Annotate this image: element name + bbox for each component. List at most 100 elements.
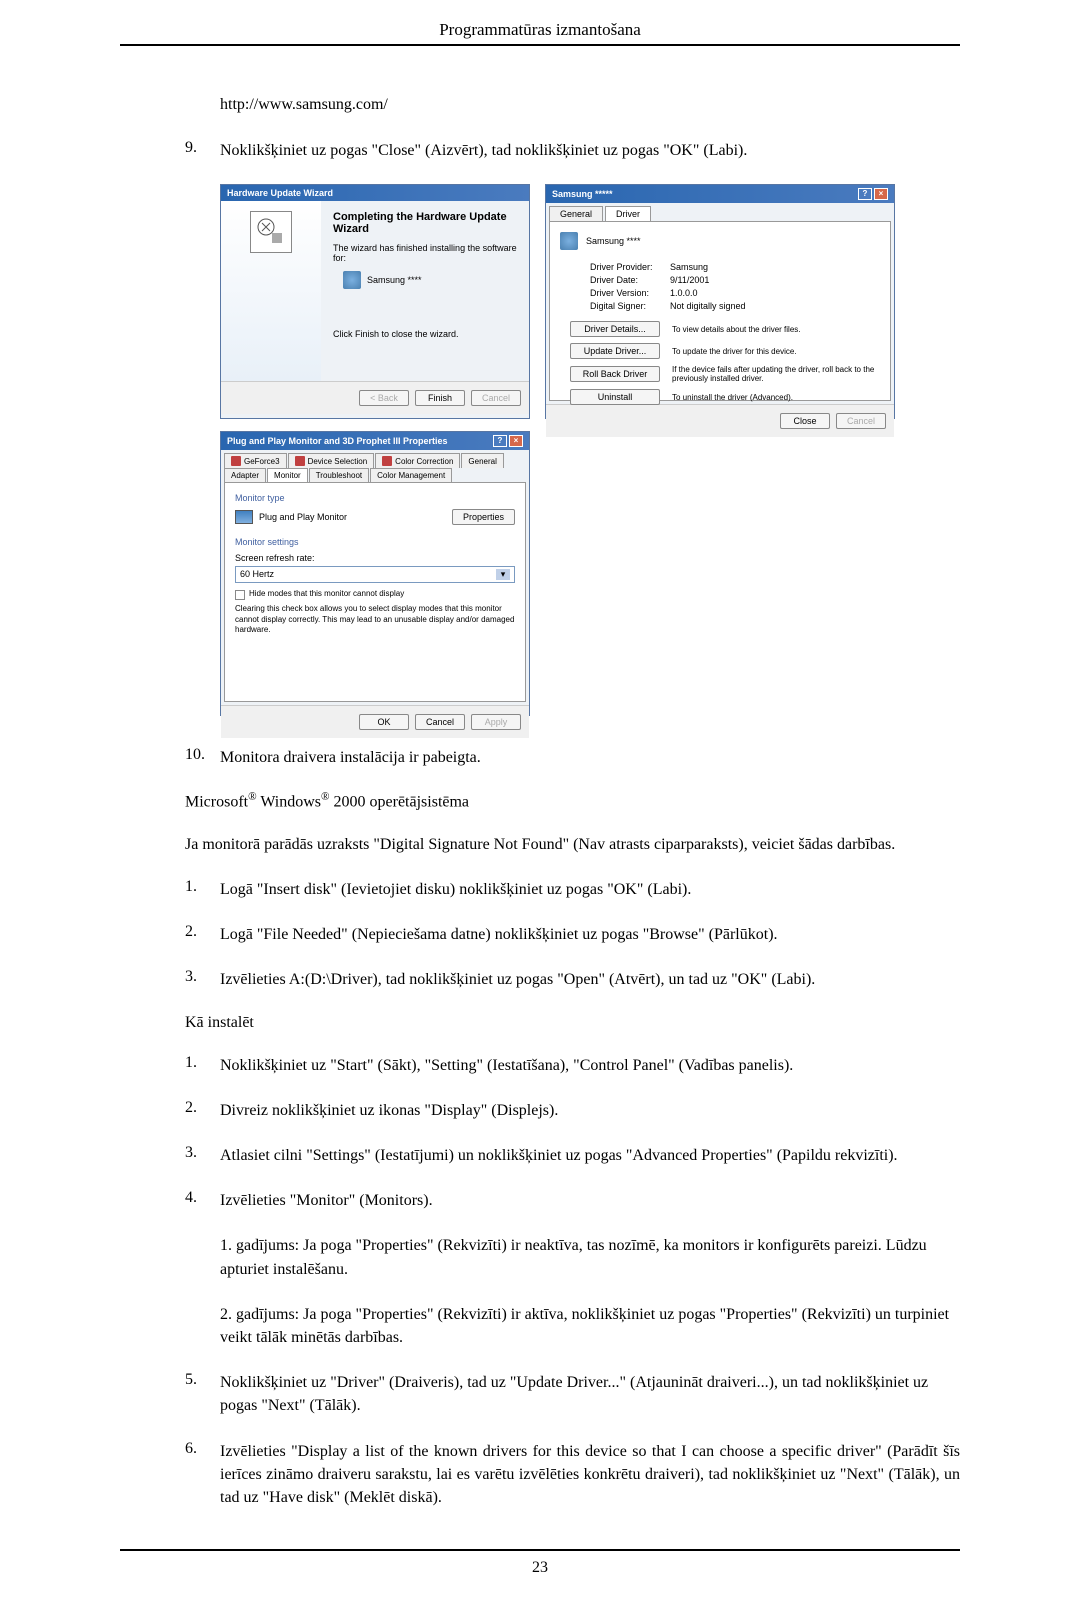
screenshots-area: Hardware Update Wizard Completing the Ha… bbox=[220, 184, 960, 716]
version-label: Driver Version: bbox=[590, 288, 670, 298]
device-name: Samsung **** bbox=[586, 236, 641, 246]
step-text: Noklikšķiniet uz pogas "Close" (Aizvērt)… bbox=[220, 139, 960, 162]
monitor-settings-label: Monitor settings bbox=[235, 537, 515, 547]
step-text: Logā "File Needed" (Nepieciešama datne) … bbox=[220, 923, 960, 946]
color-correction-icon bbox=[382, 456, 392, 466]
wizard-icon bbox=[250, 211, 292, 253]
cancel-button[interactable]: Cancel bbox=[415, 714, 465, 730]
refresh-rate-label: Screen refresh rate: bbox=[235, 553, 515, 563]
rollback-driver-button[interactable]: Roll Back Driver bbox=[570, 366, 660, 382]
step-number: 4. bbox=[185, 1189, 220, 1212]
date-label: Driver Date: bbox=[590, 275, 670, 285]
step-text: Logā "Insert disk" (Ievietojiet disku) n… bbox=[220, 878, 960, 901]
url-text: http://www.samsung.com/ bbox=[220, 96, 960, 114]
step-number: 10. bbox=[185, 746, 220, 769]
dialog-titlebar: Samsung ***** ? × bbox=[546, 185, 894, 203]
device-icon bbox=[560, 232, 578, 250]
install-step-5: 5. Noklikšķiniet uz "Driver" (Draiveris)… bbox=[120, 1371, 960, 1417]
help-button[interactable]: ? bbox=[858, 188, 872, 200]
wizard-finish-text: Click Finish to close the wizard. bbox=[333, 329, 517, 339]
driver-properties-dialog: Samsung ***** ? × General Driver Samsung… bbox=[545, 184, 895, 419]
step-text: Monitora draivera instalācija ir pabeigt… bbox=[220, 746, 960, 769]
wizard-text: The wizard has finished installing the s… bbox=[333, 243, 517, 263]
install-step-2: 2. Divreiz noklikšķiniet uz ikonas "Disp… bbox=[120, 1099, 960, 1122]
monitor-icon bbox=[235, 510, 253, 524]
step-number: 1. bbox=[185, 878, 220, 901]
tab-geforce[interactable]: GeForce3 bbox=[224, 453, 287, 468]
cancel-button[interactable]: Cancel bbox=[471, 390, 521, 406]
tab-troubleshoot[interactable]: Troubleshoot bbox=[309, 468, 369, 482]
monitor-type-label: Monitor type bbox=[235, 493, 515, 503]
hide-modes-help: Clearing this check box allows you to se… bbox=[235, 604, 515, 635]
install-step-6: 6. Izvēlieties "Display a list of the kn… bbox=[120, 1440, 960, 1510]
apply-button[interactable]: Apply bbox=[471, 714, 521, 730]
uninstall-button[interactable]: Uninstall bbox=[570, 389, 660, 405]
tab-general[interactable]: General bbox=[549, 206, 603, 221]
close-icon[interactable]: × bbox=[509, 435, 523, 447]
device-icon bbox=[343, 271, 361, 289]
intro-paragraph: Ja monitorā parādās uzraksts "Digital Si… bbox=[185, 834, 960, 856]
monitor-name: Plug and Play Monitor bbox=[259, 512, 347, 522]
step-10: 10. Monitora draivera instalācija ir pab… bbox=[120, 746, 960, 769]
tab-driver[interactable]: Driver bbox=[605, 206, 651, 221]
refresh-rate-select[interactable]: 60 Hertz ▾ bbox=[235, 566, 515, 583]
date-value: 9/11/2001 bbox=[670, 275, 709, 285]
dialog-title-text: Samsung ***** bbox=[552, 189, 613, 199]
step-number: 5. bbox=[185, 1371, 220, 1417]
tab-color-correction[interactable]: Color Correction bbox=[375, 453, 460, 468]
uninstall-description: To uninstall the driver (Advanced). bbox=[672, 393, 880, 402]
update-description: To update the driver for this device. bbox=[672, 347, 880, 356]
step-text: Izvēlieties A:(D:\Driver), tad noklikšķi… bbox=[220, 968, 960, 991]
dialog-titlebar: Hardware Update Wizard bbox=[221, 185, 529, 201]
rollback-description: If the device fails after updating the d… bbox=[672, 365, 880, 383]
step-number: 1. bbox=[185, 1054, 220, 1077]
case-1-text: 1. gadījums: Ja poga "Properties" (Rekvi… bbox=[220, 1234, 960, 1280]
step-text: Noklikšķiniet uz "Start" (Sākt), "Settin… bbox=[220, 1054, 960, 1077]
dsn-step-1: 1. Logā "Insert disk" (Ievietojiet disku… bbox=[120, 878, 960, 901]
dialog-titlebar: Plug and Play Monitor and 3D Prophet III… bbox=[221, 432, 529, 450]
properties-button[interactable]: Properties bbox=[452, 509, 515, 525]
update-driver-button[interactable]: Update Driver... bbox=[570, 343, 660, 359]
step-text: Izvēlieties "Monitor" (Monitors). bbox=[220, 1189, 960, 1212]
hardware-update-wizard-dialog: Hardware Update Wizard Completing the Ha… bbox=[220, 184, 530, 419]
step-number: 2. bbox=[185, 1099, 220, 1122]
version-value: 1.0.0.0 bbox=[670, 288, 698, 298]
close-button[interactable]: Close bbox=[780, 413, 830, 429]
finish-button[interactable]: Finish bbox=[415, 390, 465, 406]
monitor-properties-dialog: Plug and Play Monitor and 3D Prophet III… bbox=[220, 431, 530, 716]
step-number: 3. bbox=[185, 968, 220, 991]
back-button[interactable]: < Back bbox=[359, 390, 409, 406]
tab-general[interactable]: General bbox=[461, 453, 503, 468]
chevron-down-icon: ▾ bbox=[496, 569, 510, 580]
geforce-icon bbox=[231, 456, 241, 466]
how-to-install-heading: Kā instalēt bbox=[185, 1014, 960, 1032]
page-title: Programmatūras izmantošana bbox=[120, 20, 960, 46]
step-text: Divreiz noklikšķiniet uz ikonas "Display… bbox=[220, 1099, 960, 1122]
tab-color-management[interactable]: Color Management bbox=[370, 468, 452, 482]
step-9: 9. Noklikšķiniet uz pogas "Close" (Aizvē… bbox=[120, 139, 960, 162]
device-name: Samsung **** bbox=[367, 275, 422, 285]
tab-device-selection[interactable]: Device Selection bbox=[288, 453, 375, 468]
tab-adapter[interactable]: Adapter bbox=[224, 468, 266, 482]
hide-modes-checkbox[interactable] bbox=[235, 590, 245, 600]
help-button[interactable]: ? bbox=[493, 435, 507, 447]
step-number: 6. bbox=[185, 1440, 220, 1510]
cancel-button[interactable]: Cancel bbox=[836, 413, 886, 429]
dsn-step-2: 2. Logā "File Needed" (Nepieciešama datn… bbox=[120, 923, 960, 946]
install-step-3: 3. Atlasiet cilni "Settings" (Iestatījum… bbox=[120, 1144, 960, 1167]
signer-value: Not digitally signed bbox=[670, 301, 746, 311]
driver-details-button[interactable]: Driver Details... bbox=[570, 321, 660, 337]
step-text: Atlasiet cilni "Settings" (Iestatījumi) … bbox=[220, 1144, 960, 1167]
dialog-title-text: Hardware Update Wizard bbox=[227, 188, 333, 198]
install-step-4: 4. Izvēlieties "Monitor" (Monitors). bbox=[120, 1189, 960, 1212]
tab-monitor[interactable]: Monitor bbox=[267, 468, 308, 482]
step-number: 2. bbox=[185, 923, 220, 946]
hide-modes-label: Hide modes that this monitor cannot disp… bbox=[249, 589, 404, 599]
ok-button[interactable]: OK bbox=[359, 714, 409, 730]
dialog-title-text: Plug and Play Monitor and 3D Prophet III… bbox=[227, 436, 448, 446]
step-text: Izvēlieties "Display a list of the known… bbox=[220, 1440, 960, 1510]
close-icon[interactable]: × bbox=[874, 188, 888, 200]
dsn-step-3: 3. Izvēlieties A:(D:\Driver), tad noklik… bbox=[120, 968, 960, 991]
install-step-1: 1. Noklikšķiniet uz "Start" (Sākt), "Set… bbox=[120, 1054, 960, 1077]
step-number: 9. bbox=[185, 139, 220, 162]
